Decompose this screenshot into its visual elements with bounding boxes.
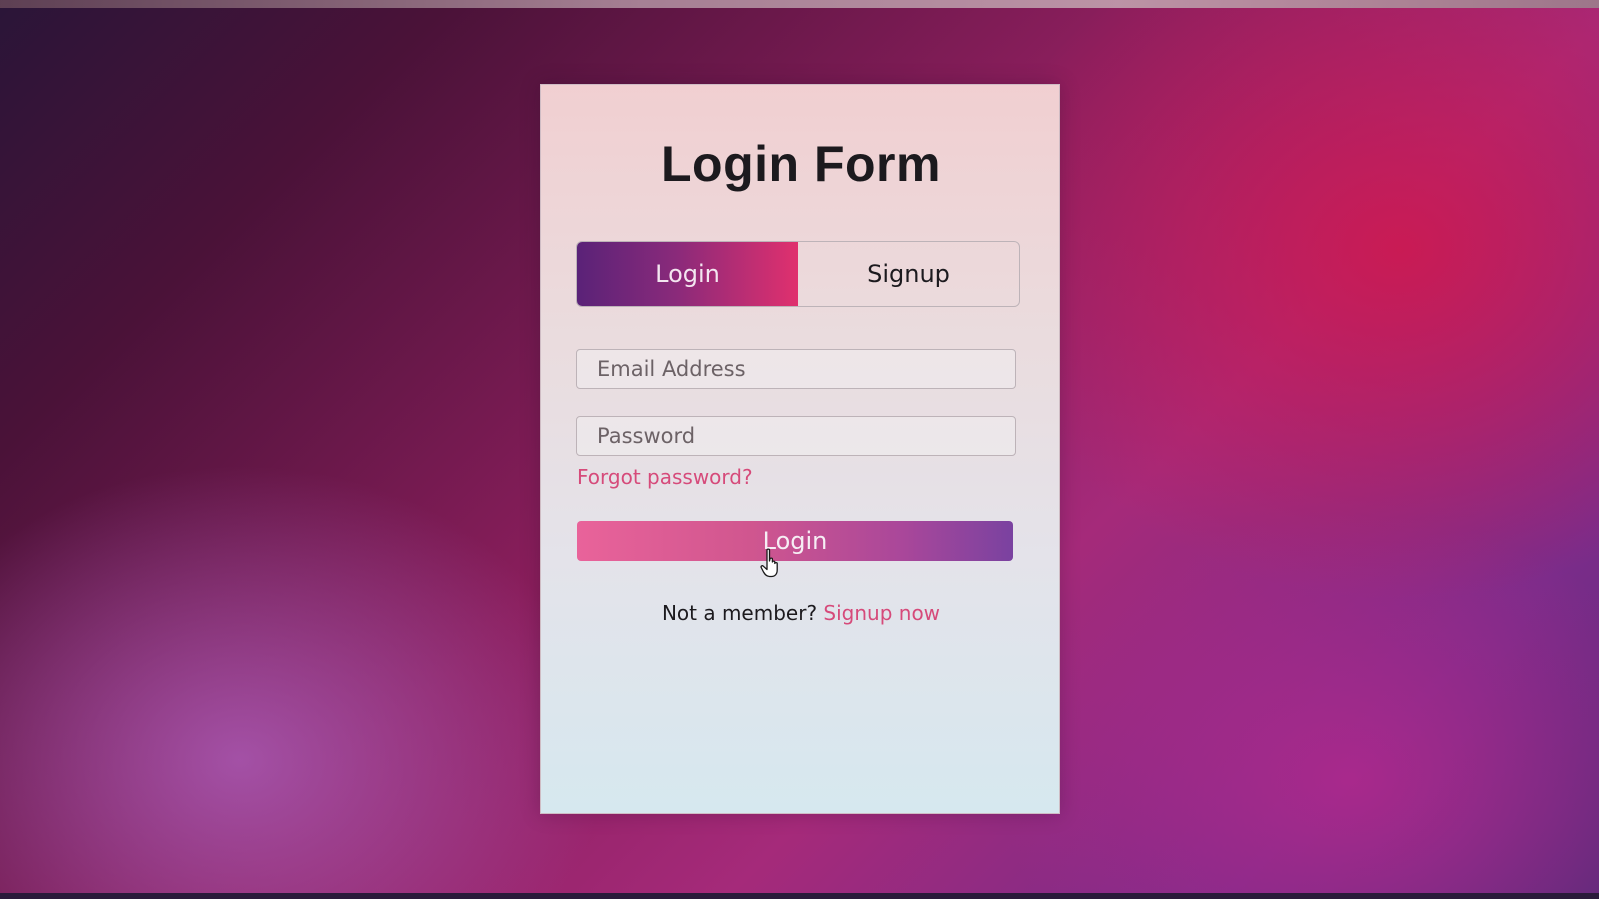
password-field[interactable] bbox=[576, 416, 1016, 456]
signup-now-link[interactable]: Signup now bbox=[823, 601, 940, 625]
signup-prompt-text: Not a member? bbox=[661, 601, 818, 625]
email-field[interactable] bbox=[576, 349, 1016, 389]
form-title: Login Form bbox=[661, 136, 941, 192]
tab-login[interactable]: Login bbox=[577, 242, 798, 306]
signup-prompt: Not a member? Signup now bbox=[541, 601, 1061, 625]
hand-pointer-cursor-icon bbox=[760, 548, 778, 578]
login-card: Login Form Login Signup Forgot password?… bbox=[540, 84, 1060, 814]
login-button[interactable]: Login bbox=[577, 521, 1013, 561]
tab-signup[interactable]: Signup bbox=[798, 242, 1019, 306]
screen-top-edge bbox=[0, 0, 1599, 8]
screen-bottom-edge bbox=[0, 893, 1599, 899]
auth-tabs: Login Signup bbox=[576, 241, 1020, 307]
forgot-password-link[interactable]: Forgot password? bbox=[577, 465, 753, 489]
